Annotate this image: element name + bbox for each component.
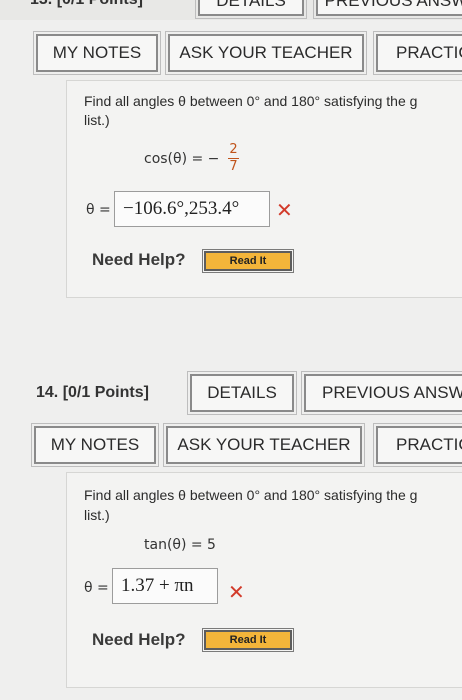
q13-points-label: 13. [0/1 Points] [30,0,143,9]
q14-my-notes-button[interactable]: MY NOTES [31,423,159,467]
q13-equation: cos(θ) = − [144,151,220,167]
q13-practice-button[interactable]: PRACTIC [373,31,462,75]
q13-fraction-denominator: 7 [229,159,238,174]
q13-header-strip: 13. [0/1 Points] DETAILS PREVIOUS ANSW [0,0,462,20]
q13-theta-label: θ = [86,202,111,218]
q13-read-it-button[interactable]: Read It [202,249,294,273]
q13-previous-answers-button[interactable]: PREVIOUS ANSW [313,0,462,19]
q13-fraction-numerator: 2 [229,142,238,157]
q14-details-button[interactable]: DETAILS [187,371,297,415]
q14-ask-teacher-button[interactable]: ASK YOUR TEACHER [163,423,365,467]
q14-question-text-line1: Find all angles θ between 0° and 180° sa… [84,487,418,503]
q13-need-help-label: Need Help? [92,250,186,269]
q14-practice-button[interactable]: PRACTIC [373,423,462,467]
q14-incorrect-icon: ✕ [228,580,245,604]
q14-points-label: 14. [0/1 Points] [36,384,149,401]
q13-incorrect-icon: ✕ [276,198,293,222]
q13-my-notes-button[interactable]: MY NOTES [33,31,161,75]
q13-ask-teacher-button[interactable]: ASK YOUR TEACHER [165,31,367,75]
q14-theta-label: θ = [84,580,109,596]
q13-fraction: 2 7 [228,143,239,174]
q14-read-it-button[interactable]: Read It [202,628,294,652]
q14-equation: tan(θ) = 5 [144,537,216,553]
q13-question-text-line2: list.) [84,112,110,128]
q14-answer-input[interactable]: 1.37 + πn [112,568,218,604]
q14-previous-answers-button[interactable]: PREVIOUS ANSW [301,371,462,415]
q13-question-text-line1: Find all angles θ between 0° and 180° sa… [84,93,418,109]
q14-question-text-line2: list.) [84,507,110,523]
q14-need-help-label: Need Help? [92,630,186,649]
q13-answer-input[interactable]: −106.6°,253.4° [114,191,270,227]
q13-details-button[interactable]: DETAILS [195,0,307,19]
